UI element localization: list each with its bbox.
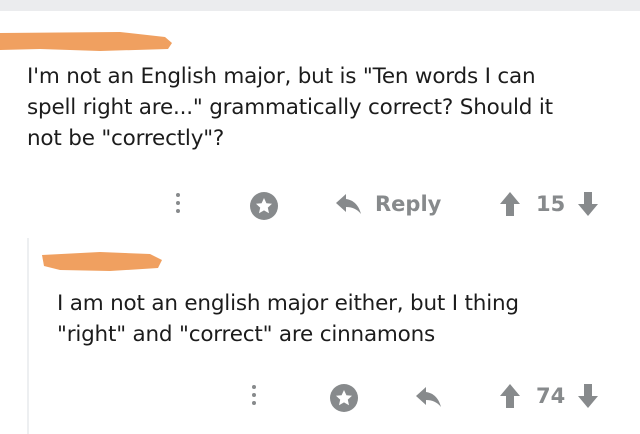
comment-body-line: I'm not an English major, but is "Ten wo… bbox=[27, 64, 536, 89]
vote-count: 74 bbox=[536, 384, 566, 408]
comment-body: I'm not an English major, but is "Ten wo… bbox=[27, 61, 553, 154]
vote-controls: 74 bbox=[499, 383, 599, 409]
comment-body-line: "right" and "correct" are cinnamons bbox=[57, 322, 436, 347]
more-options-icon[interactable] bbox=[252, 385, 256, 405]
top-bar bbox=[0, 0, 640, 11]
redacted-username bbox=[40, 249, 165, 277]
vote-controls: 15 bbox=[499, 191, 599, 217]
vote-count: 15 bbox=[536, 192, 566, 216]
reply-button[interactable]: Reply bbox=[333, 191, 441, 217]
downvote-arrow-icon[interactable] bbox=[577, 383, 599, 409]
reply-button[interactable] bbox=[413, 384, 443, 410]
comment-body-line: spell right are..." grammatically correc… bbox=[27, 95, 553, 120]
downvote-arrow-icon[interactable] bbox=[577, 191, 599, 217]
reply-icon bbox=[413, 384, 443, 410]
more-options-icon[interactable] bbox=[176, 193, 180, 213]
reply-icon bbox=[333, 191, 363, 217]
reply-label: Reply bbox=[375, 192, 442, 216]
redacted-username bbox=[0, 29, 175, 57]
upvote-arrow-icon[interactable] bbox=[499, 383, 521, 409]
thread-line[interactable] bbox=[27, 238, 29, 434]
upvote-arrow-icon[interactable] bbox=[499, 191, 521, 217]
award-icon[interactable] bbox=[330, 384, 358, 412]
comment-body-line: not be "correctly"? bbox=[27, 126, 225, 151]
award-icon[interactable] bbox=[250, 192, 278, 220]
comment-body: I am not an english major either, but I … bbox=[57, 288, 519, 350]
comment-body-line: I am not an english major either, but I … bbox=[57, 291, 519, 316]
